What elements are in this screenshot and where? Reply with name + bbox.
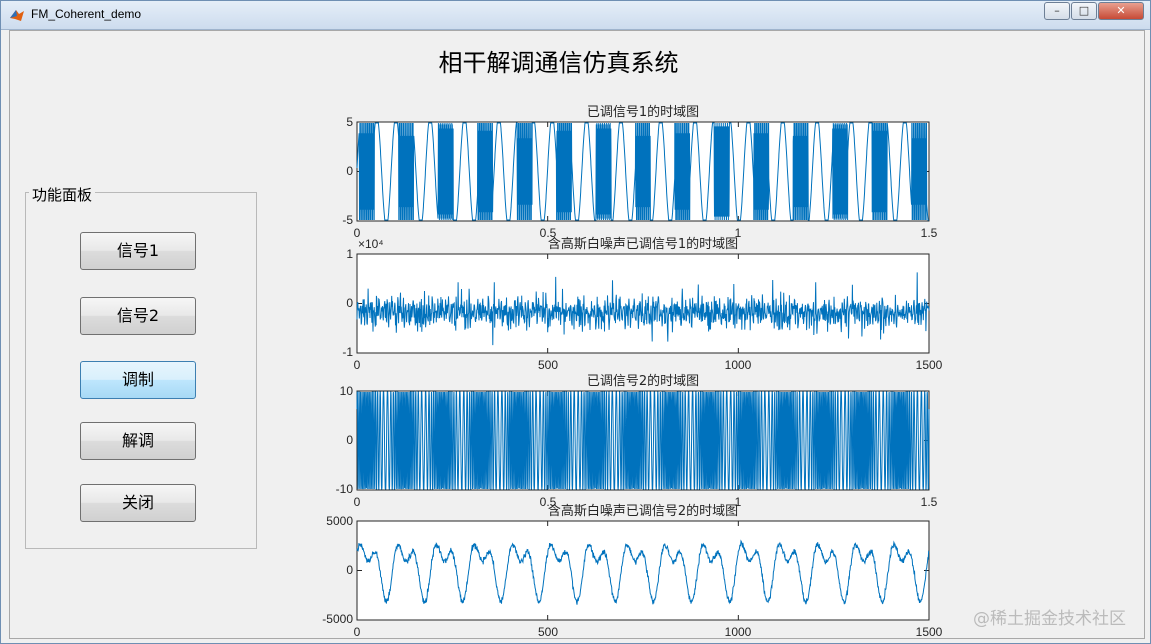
plot1-ytick: 0 xyxy=(346,164,353,178)
plot4-xtick: 1000 xyxy=(724,625,752,639)
plot1-title: 已调信号1的时域图 xyxy=(586,105,700,120)
series-line-signal1 xyxy=(356,122,929,221)
page-title: 相干解调通信仿真系统 xyxy=(438,49,679,77)
title-bar[interactable]: FM_Coherent_demo – □ ✕ xyxy=(1,1,1150,30)
plot1-ytick: 5 xyxy=(346,115,353,129)
plot2-ytick: 0 xyxy=(346,296,353,310)
plot1-ytick: -5 xyxy=(342,213,353,227)
plot3-ytick: 0 xyxy=(346,433,353,447)
plot-area xyxy=(356,520,930,621)
signal1-button[interactable]: 信号1 xyxy=(80,232,196,270)
plot4-axes[interactable] xyxy=(356,520,930,621)
window-title: FM_Coherent_demo xyxy=(31,7,142,21)
matlab-icon xyxy=(10,10,24,21)
watermark: @稀土掘金技术社区 xyxy=(973,609,1126,629)
function-panel-title: 功能面板 xyxy=(29,184,96,205)
maximize-button[interactable]: □ xyxy=(1071,2,1097,20)
plot3-ytick: -10 xyxy=(335,482,353,496)
close-window-button[interactable]: ✕ xyxy=(1098,2,1144,20)
plot4-xtick: 0 xyxy=(353,625,361,639)
signal2-button[interactable]: 信号2 xyxy=(80,297,196,335)
plot4-xtick: 500 xyxy=(537,625,559,639)
plot2-exponent: ×10⁴ xyxy=(358,237,384,251)
plot4-title: 含高斯白噪声已调信号2的时域图 xyxy=(547,504,739,519)
plot3-ytick: 10 xyxy=(339,384,353,398)
plot4-ytick: 5000 xyxy=(326,514,353,528)
modulate-button[interactable]: 调制 xyxy=(80,361,196,399)
close-button[interactable]: 关闭 xyxy=(80,484,196,522)
plot3-axes[interactable] xyxy=(356,390,930,491)
app-window: FM_Coherent_demo – □ ✕ 相干解调通信仿真系统 功能面板 信… xyxy=(0,0,1151,644)
plot2-ytick: 1 xyxy=(346,247,353,261)
demodulate-button[interactable]: 解调 xyxy=(80,422,196,460)
minimize-button[interactable]: – xyxy=(1044,2,1070,20)
plot4-ytick: 0 xyxy=(346,563,353,577)
plot1-axes[interactable] xyxy=(356,121,930,222)
plot2-ytick: -1 xyxy=(342,345,353,359)
plot3-title: 已调信号2的时域图 xyxy=(586,374,700,389)
plot2-axes[interactable] xyxy=(356,253,930,354)
plot4-ytick: -5000 xyxy=(322,612,353,626)
plot2-title: 含高斯白噪声已调信号1的时域图 xyxy=(547,237,739,252)
plot4-xtick: 1500 xyxy=(915,625,943,639)
